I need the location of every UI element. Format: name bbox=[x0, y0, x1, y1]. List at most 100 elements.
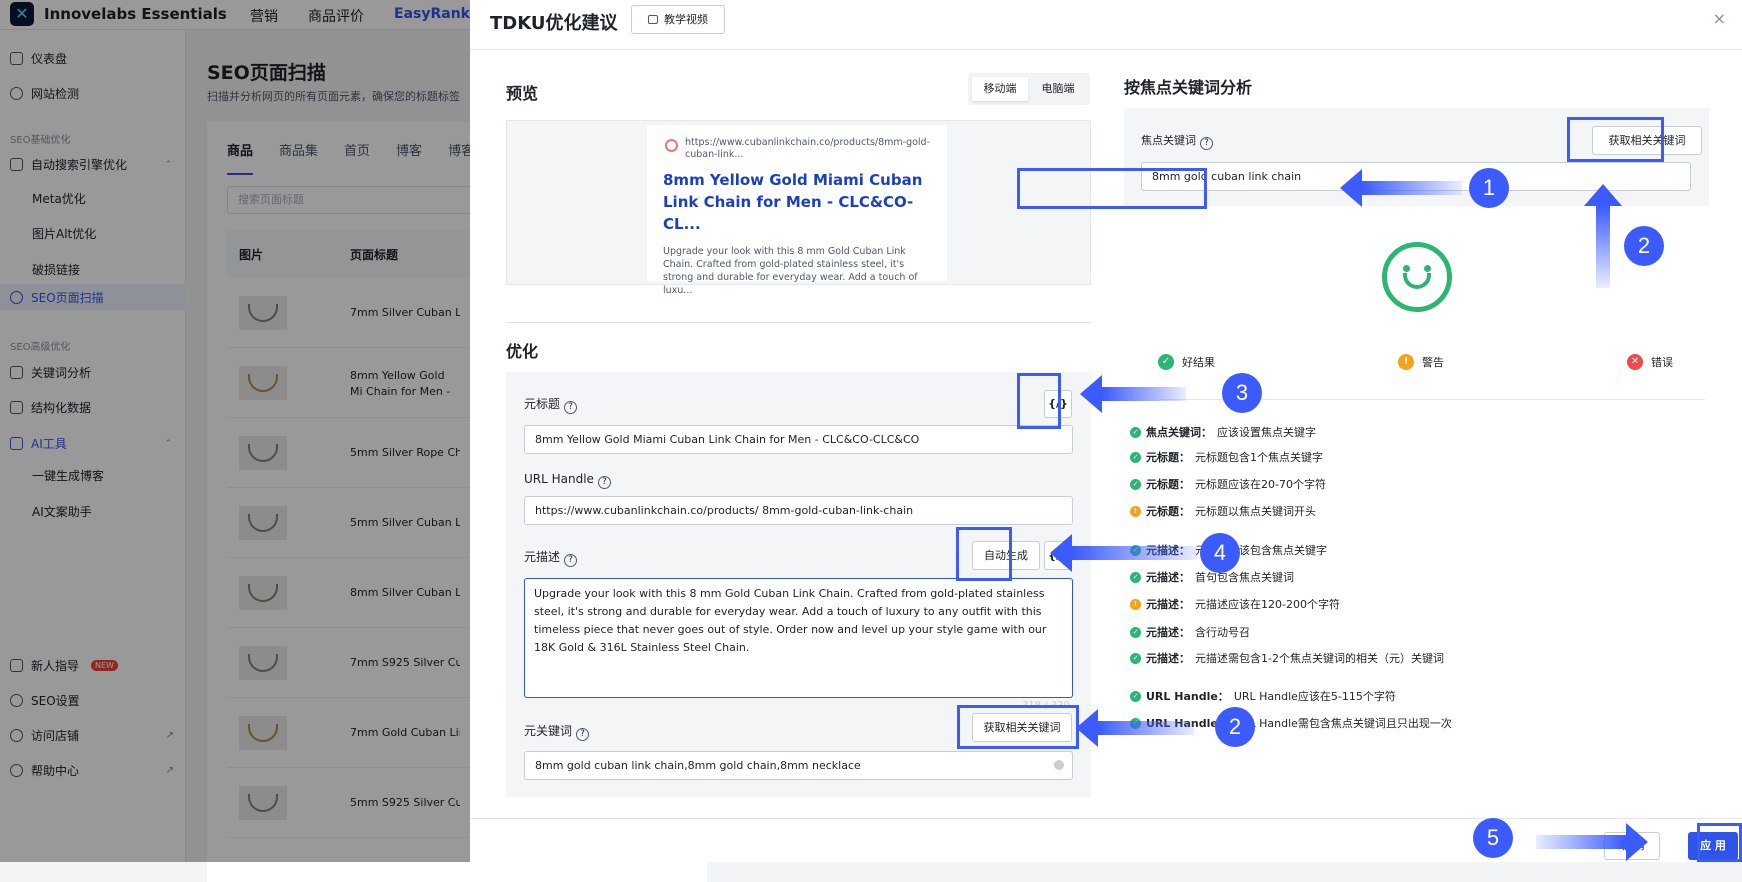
highlight-related-keywords-top bbox=[1567, 117, 1664, 162]
check-text: 首句包含焦点关键词 bbox=[1195, 571, 1294, 584]
check-circle-icon: ✓ bbox=[1130, 626, 1141, 638]
meta-keywords-input[interactable]: 8mm gold cuban link chain,8mm gold chain… bbox=[524, 751, 1073, 780]
smiley-eye bbox=[1403, 265, 1410, 272]
smiley-mouth bbox=[1403, 273, 1431, 289]
analysis-heading: 按焦点关键词分析 bbox=[1124, 78, 1253, 97]
device-toggle: 移动端 电脑端 bbox=[968, 73, 1090, 105]
check-text: 元描述需包含1-2个焦点关键词的相关（元）关键词 bbox=[1195, 652, 1444, 665]
check-field: 元描述： bbox=[1146, 652, 1190, 665]
step-badge-2: 2 bbox=[1215, 707, 1255, 747]
error-icon: ✕ bbox=[1627, 354, 1643, 370]
serp-preview: https://www.cubanlinkchain.co/products/8… bbox=[506, 120, 1091, 296]
check-circle-icon: ✓ bbox=[1130, 652, 1141, 664]
help-icon[interactable]: ? bbox=[576, 728, 590, 741]
check-circle-icon: ✓ bbox=[1158, 354, 1174, 370]
check-field: 元标题： bbox=[1146, 451, 1190, 464]
meta-description-textarea[interactable]: Upgrade your look with this 8 mm Gold Cu… bbox=[524, 578, 1073, 698]
meta-desc-label-text: 元描述 bbox=[524, 550, 561, 564]
step-badge-2-top: 2 bbox=[1624, 226, 1664, 266]
meta-title-input[interactable]: 8mm Yellow Gold Miami Cuban Link Chain f… bbox=[524, 425, 1073, 454]
focus-keyword-label: 焦点关键词? bbox=[1141, 132, 1213, 150]
check-item: ✓ 元描述： 含行动号召 bbox=[1130, 624, 1250, 640]
meta-title-label-text: 元标题 bbox=[524, 397, 561, 411]
tutorial-video-button[interactable]: 教学视频 bbox=[631, 5, 725, 34]
check-text: 元标题以焦点关键词开头 bbox=[1195, 505, 1316, 518]
check-item: ✓ 元标题： 元标题应该在20-70个字符 bbox=[1130, 476, 1326, 492]
tutorial-video-label: 教学视频 bbox=[664, 13, 708, 26]
clear-icon[interactable] bbox=[1054, 760, 1064, 770]
check-item: ✓ 元描述： 元描述需包含1-2个焦点关键词的相关（元）关键词 bbox=[1130, 650, 1444, 666]
step-badge-5: 5 bbox=[1473, 818, 1513, 858]
video-icon bbox=[648, 15, 658, 24]
check-text: 元描述应该在120-200个字符 bbox=[1195, 598, 1340, 611]
legend-error: ✕ 错误 bbox=[1627, 354, 1673, 370]
check-item: ✓ URL Handle： URL Handle应该在5-115个字符 bbox=[1130, 688, 1396, 704]
highlight-auto-generate bbox=[956, 527, 1012, 581]
arrow-right-icon bbox=[1536, 823, 1648, 861]
arrow-left-icon bbox=[1340, 169, 1462, 207]
check-circle-icon: ✓ bbox=[1130, 571, 1141, 583]
legend-good: ✓ 好结果 bbox=[1158, 354, 1215, 370]
smiley-eye bbox=[1424, 265, 1431, 272]
help-icon[interactable]: ? bbox=[597, 476, 611, 489]
help-icon[interactable]: ? bbox=[564, 401, 578, 414]
url-handle-input[interactable]: https://www.cubanlinkchain.co/products/ … bbox=[524, 496, 1073, 525]
check-field: 元描述： bbox=[1146, 571, 1190, 584]
check-text: URL Handle应该在5-115个字符 bbox=[1233, 690, 1396, 703]
arrow-up-icon bbox=[1584, 184, 1622, 288]
highlight-focus-keyword bbox=[1017, 168, 1207, 209]
tdku-drawer: TDKU优化建议 教学视频 × 预览 移动端 电脑端 https://www.c… bbox=[470, 0, 1742, 862]
legend-error-label: 错误 bbox=[1651, 356, 1673, 369]
url-handle-label: URL Handle? bbox=[524, 472, 611, 489]
highlight-code-button bbox=[1017, 373, 1061, 429]
url-handle-label-text: URL Handle bbox=[524, 472, 594, 486]
desktop-toggle[interactable]: 电脑端 bbox=[1030, 77, 1086, 101]
check-field: 元标题： bbox=[1146, 505, 1190, 518]
focus-keyword-label-text: 焦点关键词 bbox=[1141, 134, 1196, 147]
arrow-left-icon bbox=[1050, 534, 1197, 572]
meta-desc-label: 元描述? bbox=[524, 548, 578, 567]
arrow-left-icon bbox=[1080, 375, 1186, 413]
serp-title: 8mm Yellow Gold Miami Cuban Link Chain f… bbox=[663, 171, 923, 233]
optimize-heading: 优化 bbox=[506, 342, 539, 361]
close-icon[interactable]: × bbox=[1713, 9, 1726, 28]
legend-warning-label: 警告 bbox=[1422, 356, 1444, 369]
meta-keywords-label: 元关键词? bbox=[524, 722, 590, 741]
check-text: 元标题应该在20-70个字符 bbox=[1195, 478, 1326, 491]
warning-icon: ! bbox=[1130, 598, 1141, 610]
mobile-toggle[interactable]: 移动端 bbox=[972, 77, 1028, 101]
check-text: URL Handle需包含焦点关键词且只出现一次 bbox=[1233, 717, 1452, 730]
step-badge-1: 1 bbox=[1469, 168, 1509, 208]
check-circle-icon: ✓ bbox=[1130, 478, 1141, 490]
serp-card: https://www.cubanlinkchain.co/products/8… bbox=[647, 125, 947, 296]
divider bbox=[506, 322, 1091, 323]
highlight-apply bbox=[1697, 823, 1742, 862]
meta-keywords-label-text: 元关键词 bbox=[524, 724, 573, 738]
check-circle-icon: ✓ bbox=[1130, 690, 1141, 702]
check-text: 应该设置焦点关键字 bbox=[1217, 426, 1316, 439]
help-icon[interactable]: ? bbox=[1200, 137, 1213, 150]
smiley-face-icon bbox=[1382, 242, 1452, 312]
drawer-title: TDKU优化建议 bbox=[490, 13, 618, 34]
arrow-left-icon bbox=[1076, 709, 1194, 747]
serp-url: https://www.cubanlinkchain.co/products/8… bbox=[663, 137, 931, 161]
check-item: ✓ 元标题： 元标题包含1个焦点关键字 bbox=[1130, 449, 1323, 465]
check-field: URL Handle： bbox=[1146, 690, 1229, 703]
check-item: ! 元描述： 元描述应该在120-200个字符 bbox=[1130, 596, 1340, 612]
highlight-related-keywords bbox=[957, 705, 1079, 749]
step-badge-3: 3 bbox=[1222, 373, 1262, 413]
modal-backdrop[interactable] bbox=[0, 0, 470, 862]
check-item: ✓ 焦点关键词： 应该设置焦点关键字 bbox=[1130, 424, 1316, 440]
check-text: 元标题包含1个焦点关键字 bbox=[1195, 451, 1323, 464]
legend-good-label: 好结果 bbox=[1182, 356, 1215, 369]
warning-icon: ! bbox=[1130, 505, 1141, 517]
drawer-header: TDKU优化建议 教学视频 × bbox=[470, 0, 1742, 50]
check-text: 含行动号召 bbox=[1195, 626, 1250, 639]
step-badge-4: 4 bbox=[1200, 533, 1240, 573]
help-icon[interactable]: ? bbox=[564, 554, 578, 567]
meta-title-label: 元标题? bbox=[524, 395, 578, 414]
preview-heading: 预览 bbox=[506, 84, 539, 103]
serp-description: Upgrade your look with this 8 mm Gold Cu… bbox=[663, 246, 918, 296]
check-field: 元描述： bbox=[1146, 626, 1190, 639]
check-circle-icon: ✓ bbox=[1130, 451, 1141, 463]
